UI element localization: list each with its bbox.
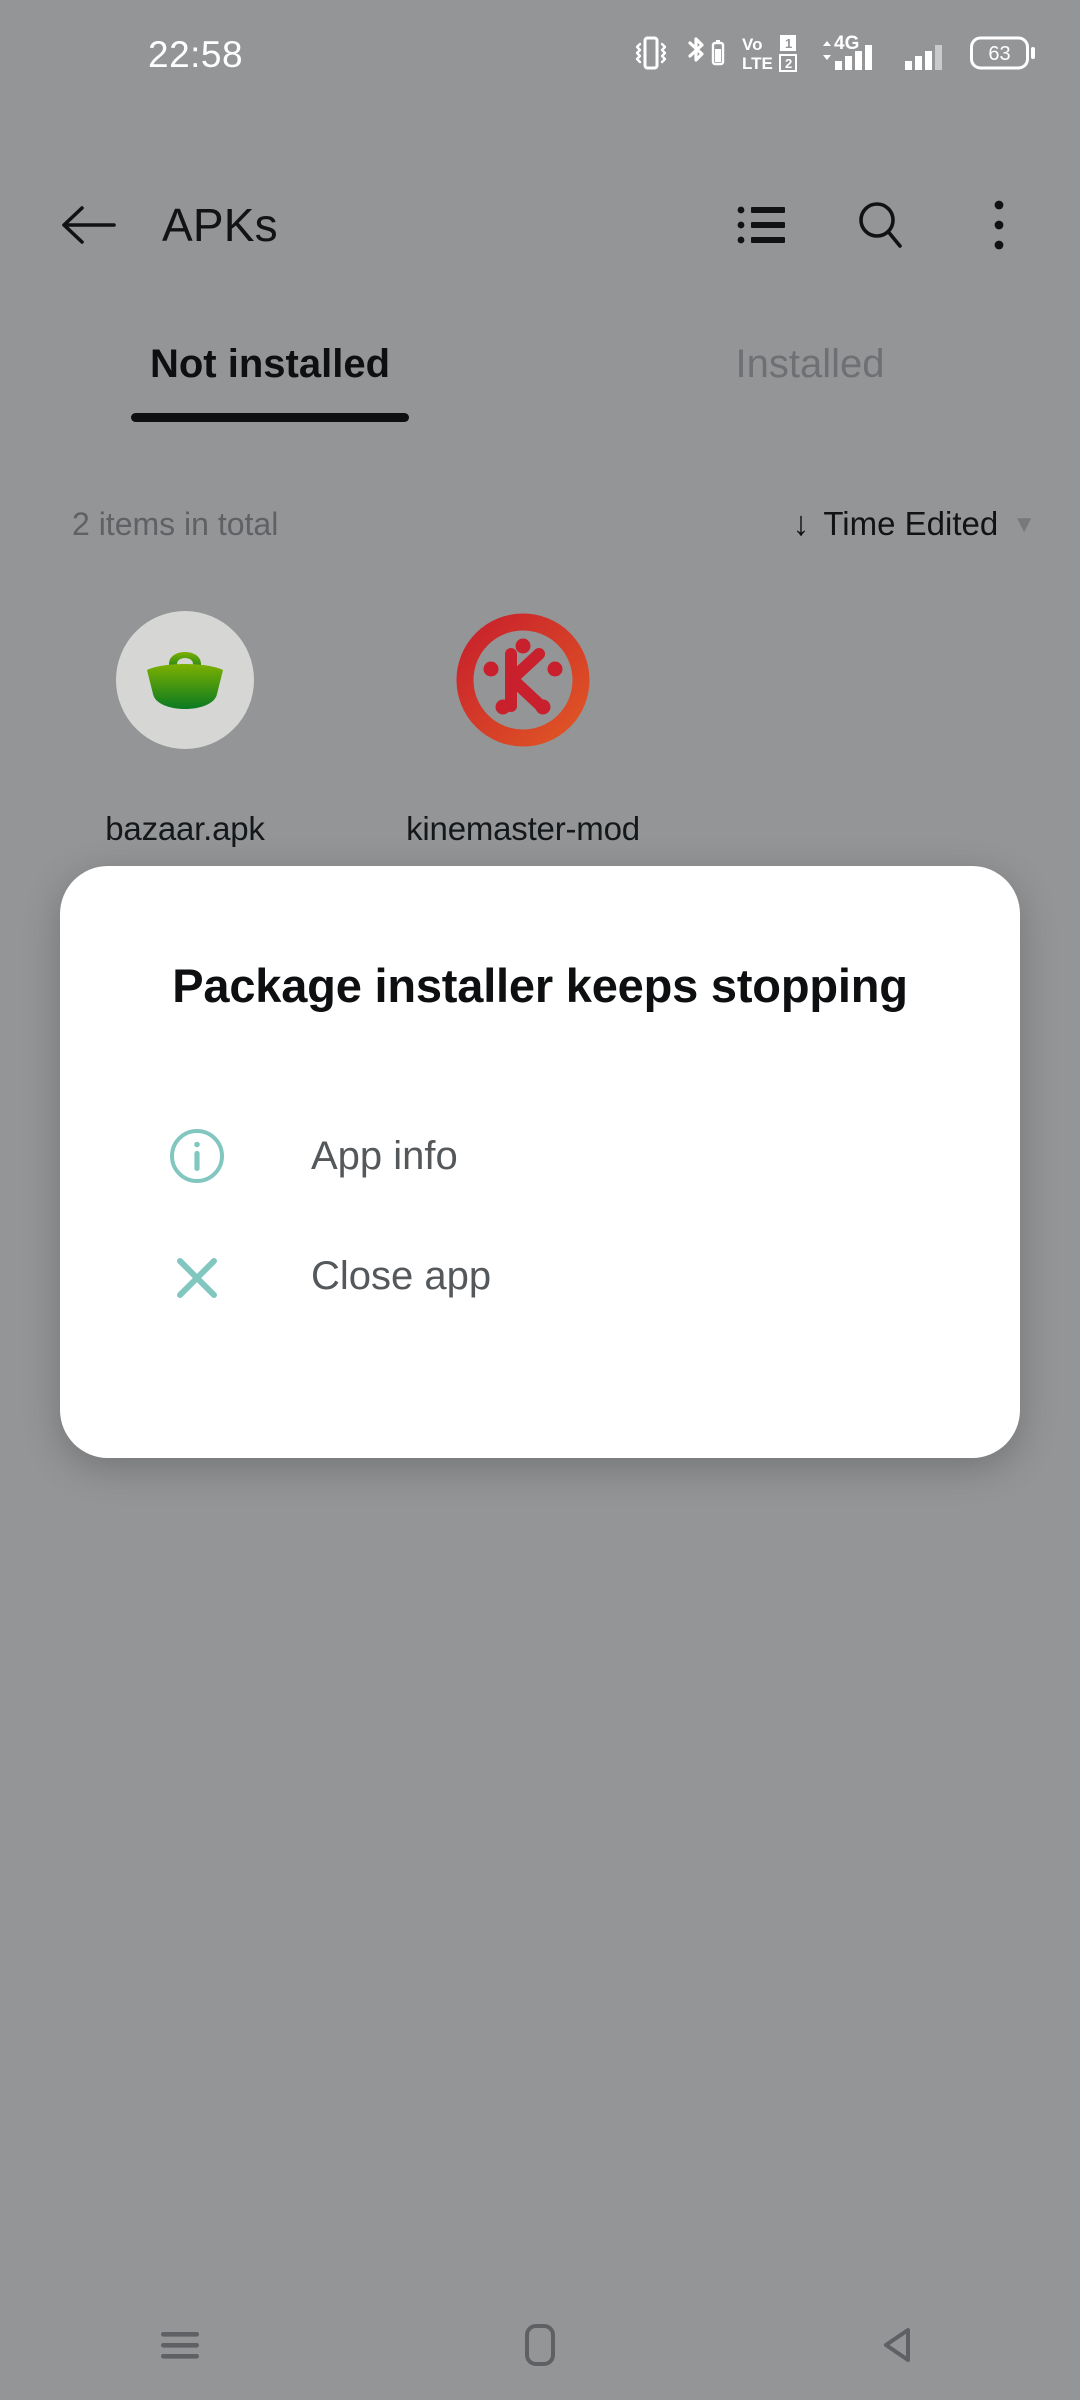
back-button[interactable] [840,2300,960,2390]
recents-button[interactable] [120,2300,240,2390]
info-circle-icon [164,1123,230,1189]
error-dialog: Package installer keeps stopping App inf… [60,866,1020,1458]
app-info-action[interactable]: App info [60,1096,1020,1216]
close-app-label: Close app [311,1253,492,1298]
home-button[interactable] [480,2300,600,2390]
dialog-actions: App info Close app [60,1096,1020,1336]
close-app-action[interactable]: Close app [60,1216,1020,1336]
close-x-icon [164,1243,230,1309]
navigation-bar [0,2290,1080,2400]
app-info-label: App info [311,1133,458,1178]
dialog-title: Package installer keeps stopping [172,959,908,1012]
